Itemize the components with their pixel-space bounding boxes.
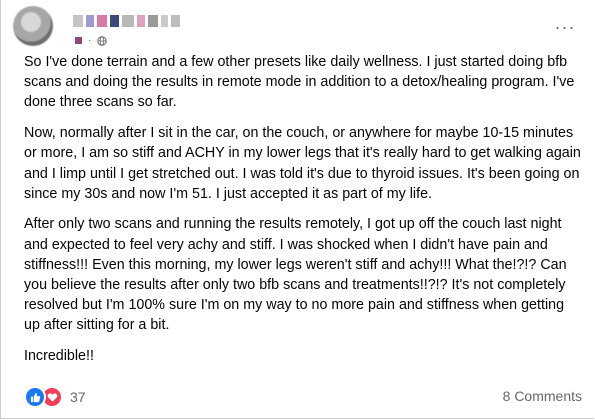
post-footer: 37 8 Comments — [24, 386, 582, 408]
post-card: · ··· So I've done terrain and a few oth… — [0, 0, 594, 419]
like-icon — [24, 386, 46, 408]
post-meta: · — [75, 35, 108, 46]
author-name-redacted[interactable] — [73, 14, 213, 30]
timestamp-redacted[interactable] — [75, 37, 82, 44]
post-header: · ··· — [13, 6, 588, 46]
post-paragraph: After only two scans and running the res… — [24, 216, 567, 334]
more-options-icon: ··· — [554, 16, 576, 37]
post-paragraph: Incredible!! — [24, 348, 94, 365]
post-paragraph: Now, normally after I sit in the car, on… — [24, 125, 581, 202]
avatar[interactable] — [13, 6, 53, 46]
post-body: So I've done terrain and a few other pre… — [24, 52, 582, 377]
meta-separator: · — [88, 35, 92, 46]
post-paragraph: So I've done terrain and a few other pre… — [24, 54, 575, 111]
more-options-button[interactable]: ··· — [554, 16, 576, 38]
comments-link[interactable]: 8 Comments — [503, 388, 582, 404]
globe-icon — [97, 35, 108, 46]
reaction-count: 37 — [70, 389, 86, 405]
reactions-summary[interactable]: 37 — [24, 386, 86, 408]
